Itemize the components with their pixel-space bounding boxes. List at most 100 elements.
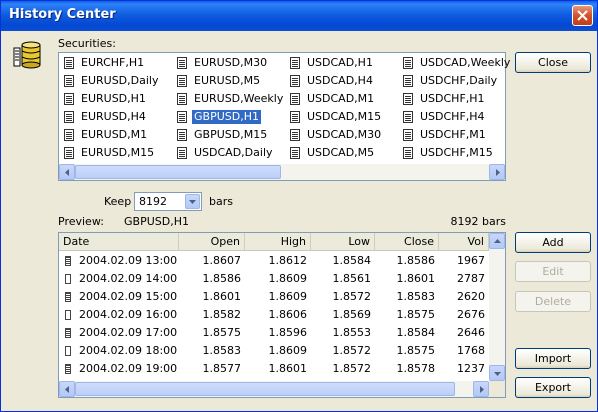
security-item[interactable]: USDCAD,Daily [177,145,275,161]
column-header-vol[interactable]: Vol [439,233,489,250]
security-label: USDCAD,H1 [307,56,373,69]
security-item[interactable]: USDCAD,Weekly [403,55,512,71]
table-row[interactable]: 2004.02.09 19:00 1.8577 1.8601 1.8572 1.8578… [59,360,489,378]
cell-high: 1.8606 [268,308,308,321]
document-icon [290,57,300,69]
security-item[interactable]: USDCAD,M1 [290,91,376,107]
delete-button[interactable]: Delete [515,291,591,312]
table-row[interactable]: 2004.02.09 13:00 1.8607 1.8612 1.8584 1.8586… [59,252,489,270]
security-item[interactable]: USDCHF,M15 [403,145,495,161]
security-item[interactable]: EURUSD,Weekly [177,91,285,107]
cell-open: 1.8577 [202,362,242,375]
security-label: EURUSD,M5 [194,74,261,87]
scroll-left-button[interactable] [59,164,75,180]
edit-button[interactable]: Edit [515,261,591,282]
security-item[interactable]: USDCAD,M30 [290,127,383,143]
chevron-right-icon [495,168,500,176]
table-row[interactable]: 2004.02.09 14:00 1.8586 1.8609 1.8561 1.8601… [59,270,489,288]
window-close-button[interactable] [572,5,593,26]
chevron-left-icon [64,168,69,176]
column-header-low[interactable]: Low [311,233,375,250]
security-item[interactable]: EURUSD,H4 [64,109,148,125]
cell-vol: 1967 [457,254,485,267]
security-item[interactable]: EURUSD,M15 [64,145,156,161]
security-label: USDCAD,M1 [307,92,375,105]
cell-date: 2004.02.09 13:00 [79,254,178,267]
cell-open: 1.8583 [202,344,242,357]
preview-symbol: GBPUSD,H1 [124,215,189,228]
database-icon [13,41,41,69]
security-item[interactable]: USDCHF,H1 [403,91,487,107]
dropdown-button[interactable] [185,194,200,209]
column-header-date[interactable]: Date [59,233,179,250]
close-button[interactable]: Close [515,52,591,73]
add-button[interactable]: Add [515,232,591,253]
security-label: USDCHF,Daily [420,74,498,87]
security-item[interactable]: EURUSD,M30 [177,55,269,71]
table-row[interactable]: 2004.02.09 15:00 1.8601 1.8609 1.8572 1.8583… [59,288,489,306]
table-row[interactable]: 2004.02.09 18:00 1.8583 1.8609 1.8572 1.8575… [59,342,489,360]
import-button[interactable]: Import [515,348,591,369]
security-label: USDCAD,Weekly [420,56,511,69]
security-label: USDCHF,H4 [420,110,485,123]
column-header-high[interactable]: High [245,233,311,250]
security-item[interactable]: USDCAD,H4 [290,73,375,89]
keep-bars-select[interactable]: 8192 [134,192,202,211]
security-label: EURUSD,M15 [81,146,155,159]
document-icon [290,147,300,159]
document-icon [403,93,413,105]
scroll-up-button[interactable] [489,233,505,249]
history-table[interactable]: Date Open High Low Close Vol 2004.02.09 … [58,232,506,398]
cell-vol: 1768 [457,344,485,357]
security-label: EURUSD,Weekly [194,92,284,105]
scroll-thumb[interactable] [75,382,455,396]
security-item[interactable]: EURUSD,M1 [64,127,149,143]
table-horizontal-scrollbar[interactable] [59,381,489,397]
cell-open: 1.8601 [202,290,242,303]
security-item[interactable]: USDCAD,H1 [290,55,375,71]
security-item[interactable]: GBPUSD,H1 [177,109,261,125]
cell-date: 2004.02.09 16:00 [79,308,178,321]
table-row[interactable]: 2004.02.09 16:00 1.8582 1.8606 1.8569 1.8575… [59,306,489,324]
document-icon [64,129,74,141]
cell-date: 2004.02.09 19:00 [79,362,178,375]
column-header-open[interactable]: Open [179,233,245,250]
scroll-thumb[interactable] [75,165,281,179]
cell-close: 1.8575 [396,308,436,321]
security-item[interactable]: GBPUSD,M15 [177,127,269,143]
document-icon [403,129,413,141]
window-title: History Center [9,7,116,22]
security-item[interactable]: USDCHF,M1 [403,127,488,143]
security-item[interactable]: EURUSD,M5 [177,73,262,89]
preview-bar-count: 8192 bars [450,215,506,228]
cell-vol: 2620 [457,290,485,303]
document-icon [177,75,187,87]
column-header-close[interactable]: Close [375,233,439,250]
scroll-left-button[interactable] [59,381,75,397]
security-item[interactable]: USDCAD,M15 [290,109,383,125]
security-item[interactable]: EURCHF,H1 [64,55,146,71]
cell-high: 1.8609 [268,344,308,357]
security-item[interactable]: USDCAD,M5 [290,145,376,161]
cell-date: 2004.02.09 17:00 [79,326,178,339]
table-row[interactable]: 2004.02.09 17:00 1.8575 1.8596 1.8553 1.8584… [59,324,489,342]
export-button[interactable]: Export [515,377,591,398]
table-vertical-scrollbar[interactable] [489,233,505,381]
security-item[interactable]: USDCHF,H4 [403,109,487,125]
security-item[interactable]: EURUSD,Daily [64,73,160,89]
cell-low: 1.8584 [332,254,372,267]
chevron-up-icon [493,238,501,243]
cell-high: 1.8596 [268,326,308,339]
title-bar[interactable]: History Center [1,1,597,31]
cell-open: 1.8607 [202,254,242,267]
security-item[interactable]: USDCHF,Daily [403,73,499,89]
securities-horizontal-scrollbar[interactable] [59,164,505,180]
scroll-down-button[interactable] [489,365,505,381]
scroll-right-button[interactable] [489,164,505,180]
candle-icon [65,310,71,320]
chevron-down-icon [493,371,501,376]
security-label: USDCAD,M5 [307,146,375,159]
security-item[interactable]: EURUSD,H1 [64,91,148,107]
scroll-right-button[interactable] [473,381,489,397]
securities-list[interactable]: EURCHF,H1 EURUSD,M30 USDCAD,H1 USDCAD,Weekl… [58,52,510,181]
